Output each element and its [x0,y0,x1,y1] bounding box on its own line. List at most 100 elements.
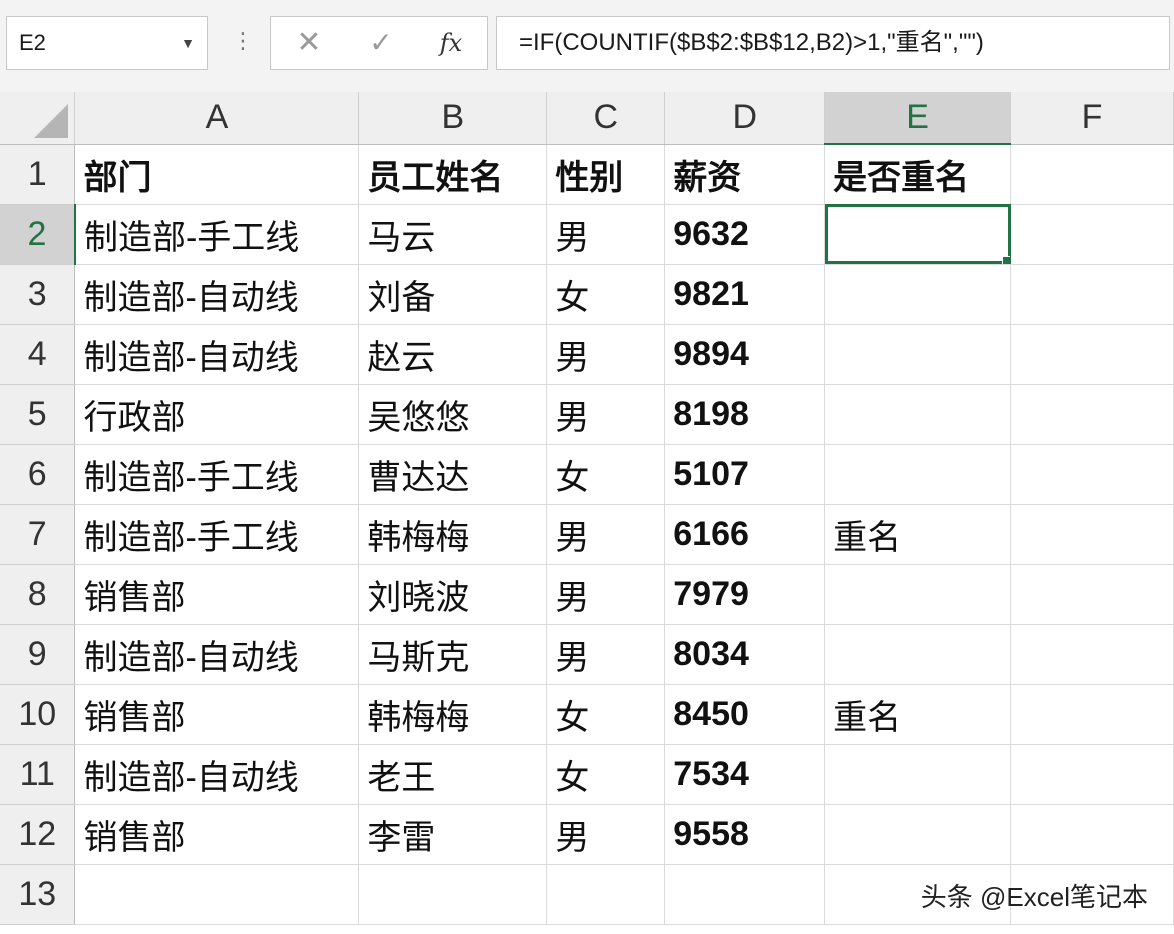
row-header[interactable]: 8 [0,564,76,625]
cell-c12[interactable]: 男 [546,804,666,865]
cell-b10[interactable]: 韩梅梅 [358,684,548,745]
cell-c9[interactable]: 男 [546,624,666,685]
cell-a1[interactable]: 部门 [74,144,360,205]
cell-a9[interactable]: 制造部-自动线 [74,624,360,685]
column-header-b[interactable]: B [358,92,548,145]
cell-c7[interactable]: 男 [546,504,666,565]
row-header[interactable]: 1 [0,144,76,205]
cell-e4[interactable] [824,324,1012,385]
cell-a7[interactable]: 制造部-手工线 [74,504,360,565]
cell-d11[interactable]: 7534 [664,744,826,805]
row-header[interactable]: 9 [0,624,76,685]
fill-handle[interactable] [1002,255,1010,263]
cell-d8[interactable]: 7979 [664,564,826,625]
row-header[interactable]: 12 [0,804,76,865]
cell-f7[interactable] [1010,504,1174,565]
cell-f1[interactable] [1010,144,1174,205]
column-header-c[interactable]: C [546,92,666,145]
insert-function-icon[interactable]: fx [431,17,471,69]
cell-c2[interactable]: 男 [546,204,666,265]
cell-d7[interactable]: 6166 [664,504,826,565]
cell-a5[interactable]: 行政部 [74,384,360,445]
cell-a12[interactable]: 销售部 [74,804,360,865]
name-box[interactable]: E2 ▼ [6,16,208,70]
cell-b1[interactable]: 员工姓名 [358,144,548,205]
cell-d3[interactable]: 9821 [664,264,826,325]
cell-c11[interactable]: 女 [546,744,666,805]
cell-e12[interactable] [824,804,1012,865]
cell-e9[interactable] [824,624,1012,685]
cell-c8[interactable]: 男 [546,564,666,625]
cell-a13[interactable] [74,864,360,925]
cell-d2[interactable]: 9632 [664,204,826,265]
cell-b3[interactable]: 刘备 [358,264,548,325]
cell-a6[interactable]: 制造部-手工线 [74,444,360,505]
cell-b6[interactable]: 曹达达 [358,444,548,505]
cell-c6[interactable]: 女 [546,444,666,505]
cell-a3[interactable]: 制造部-自动线 [74,264,360,325]
cell-b5[interactable]: 吴悠悠 [358,384,548,445]
row-header[interactable]: 6 [0,444,76,505]
row-header[interactable]: 11 [0,744,76,805]
cell-d6[interactable]: 5107 [664,444,826,505]
cell-f6[interactable] [1010,444,1174,505]
select-all-button[interactable] [0,92,76,145]
cell-b2[interactable]: 马云 [358,204,548,265]
cell-b9[interactable]: 马斯克 [358,624,548,685]
cell-b4[interactable]: 赵云 [358,324,548,385]
cell-b7[interactable]: 韩梅梅 [358,504,548,565]
cell-d1[interactable]: 薪资 [664,144,826,205]
column-header-e[interactable]: E [824,92,1012,145]
cell-a2[interactable]: 制造部-手工线 [74,204,360,265]
row-header[interactable]: 2 [0,204,76,265]
cell-b12[interactable]: 李雷 [358,804,548,865]
cell-f5[interactable] [1010,384,1174,445]
cancel-icon[interactable]: ✕ [289,17,329,69]
cell-f12[interactable] [1010,804,1174,865]
cell-c13[interactable] [546,864,666,925]
cell-f10[interactable] [1010,684,1174,745]
cell-a8[interactable]: 销售部 [74,564,360,625]
chevron-down-icon[interactable]: ▼ [181,17,195,69]
cell-d4[interactable]: 9894 [664,324,826,385]
enter-icon[interactable]: ✓ [361,17,401,69]
cell-f8[interactable] [1010,564,1174,625]
cell-e7[interactable]: 重名 [824,504,1012,565]
cell-e11[interactable] [824,744,1012,805]
cell-c4[interactable]: 男 [546,324,666,385]
row-header[interactable]: 7 [0,504,76,565]
cell-f3[interactable] [1010,264,1174,325]
cell-c5[interactable]: 男 [546,384,666,445]
drag-handle-icon[interactable]: ⋮ [232,30,254,52]
cell-c10[interactable]: 女 [546,684,666,745]
cell-d10[interactable]: 8450 [664,684,826,745]
cell-e2-active[interactable] [824,204,1012,265]
cell-e10[interactable]: 重名 [824,684,1012,745]
cell-e8[interactable] [824,564,1012,625]
column-header-d[interactable]: D [664,92,826,145]
cell-e6[interactable] [824,444,1012,505]
cell-a10[interactable]: 销售部 [74,684,360,745]
cell-f2[interactable] [1010,204,1174,265]
formula-input[interactable]: =IF(COUNTIF($B$2:$B$12,B2)>1,"重名","") [496,16,1170,70]
cell-f4[interactable] [1010,324,1174,385]
cell-d13[interactable] [664,864,826,925]
cell-a11[interactable]: 制造部-自动线 [74,744,360,805]
column-header-f[interactable]: F [1010,92,1174,145]
cell-b13[interactable] [358,864,548,925]
cell-e3[interactable] [824,264,1012,325]
row-header[interactable]: 3 [0,264,76,325]
cell-b11[interactable]: 老王 [358,744,548,805]
column-header-a[interactable]: A [74,92,360,145]
cell-d9[interactable]: 8034 [664,624,826,685]
cell-d12[interactable]: 9558 [664,804,826,865]
row-header[interactable]: 4 [0,324,76,385]
row-header[interactable]: 13 [0,864,76,925]
cell-d5[interactable]: 8198 [664,384,826,445]
cell-e5[interactable] [824,384,1012,445]
cell-b8[interactable]: 刘晓波 [358,564,548,625]
row-header[interactable]: 5 [0,384,76,445]
cell-f11[interactable] [1010,744,1174,805]
cell-e1[interactable]: 是否重名 [824,144,1012,205]
cell-f9[interactable] [1010,624,1174,685]
